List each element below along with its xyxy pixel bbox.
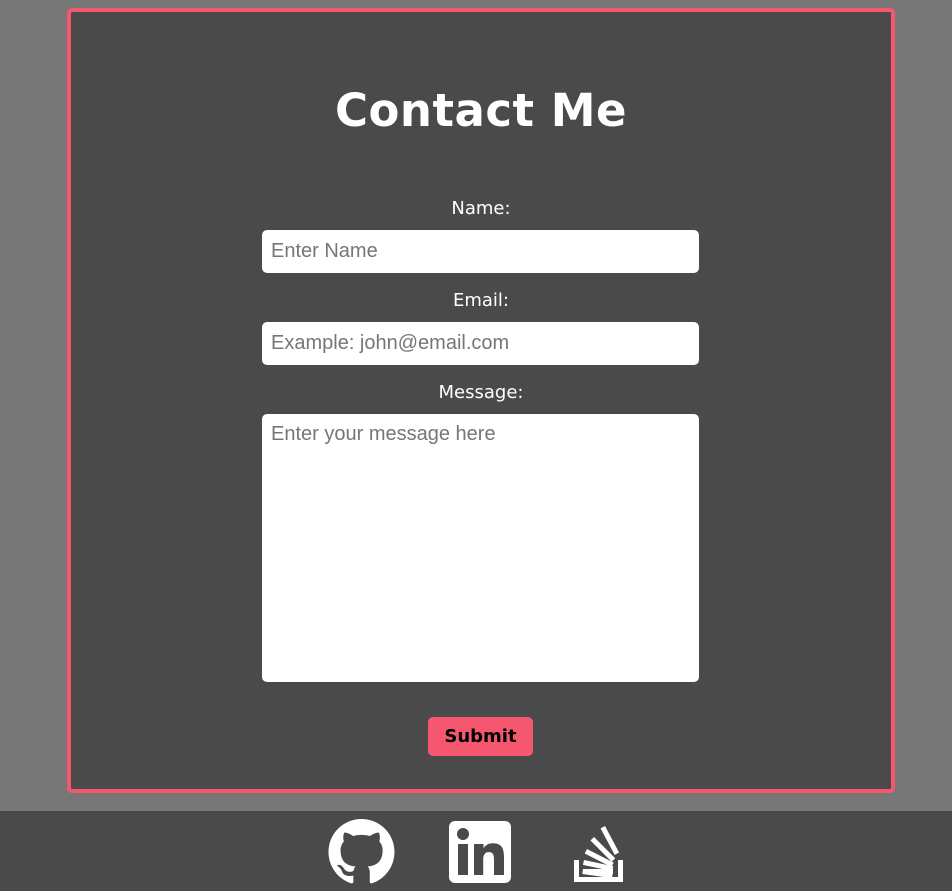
- submit-button[interactable]: Submit: [428, 717, 533, 756]
- linkedin-icon: [449, 821, 511, 883]
- footer: [0, 811, 952, 891]
- stackoverflow-link[interactable]: [572, 822, 626, 888]
- email-input[interactable]: [262, 322, 699, 365]
- page-title: Contact Me: [334, 84, 627, 137]
- github-link[interactable]: [328, 819, 395, 889]
- email-label: Email:: [452, 290, 509, 311]
- message-textarea[interactable]: [262, 414, 699, 682]
- github-icon: [328, 819, 395, 884]
- stackoverflow-icon: [574, 826, 623, 882]
- name-label: Name:: [451, 198, 511, 219]
- name-input[interactable]: [262, 230, 699, 273]
- message-label: Message:: [438, 382, 524, 403]
- contact-card: Contact Me Name: Email: Message: Submit: [67, 8, 895, 793]
- linkedin-link[interactable]: [449, 821, 511, 887]
